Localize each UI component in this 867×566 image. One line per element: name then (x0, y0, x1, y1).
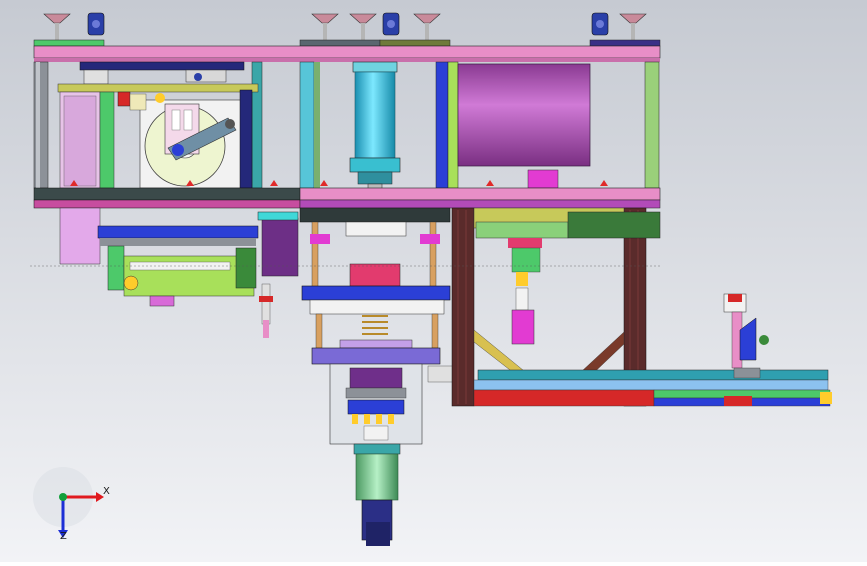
triad-origin (59, 493, 67, 501)
servo-motor (355, 453, 399, 501)
bearing-block (591, 12, 609, 36)
cad-viewport[interactable]: X Z (0, 0, 867, 562)
bearing-block (382, 12, 400, 36)
triad-z-label: Z (60, 531, 67, 542)
cad-model-view[interactable] (0, 0, 867, 562)
bearing-block (87, 12, 105, 36)
triad-x-label: X (103, 486, 110, 497)
top-pink-beam (33, 45, 661, 59)
